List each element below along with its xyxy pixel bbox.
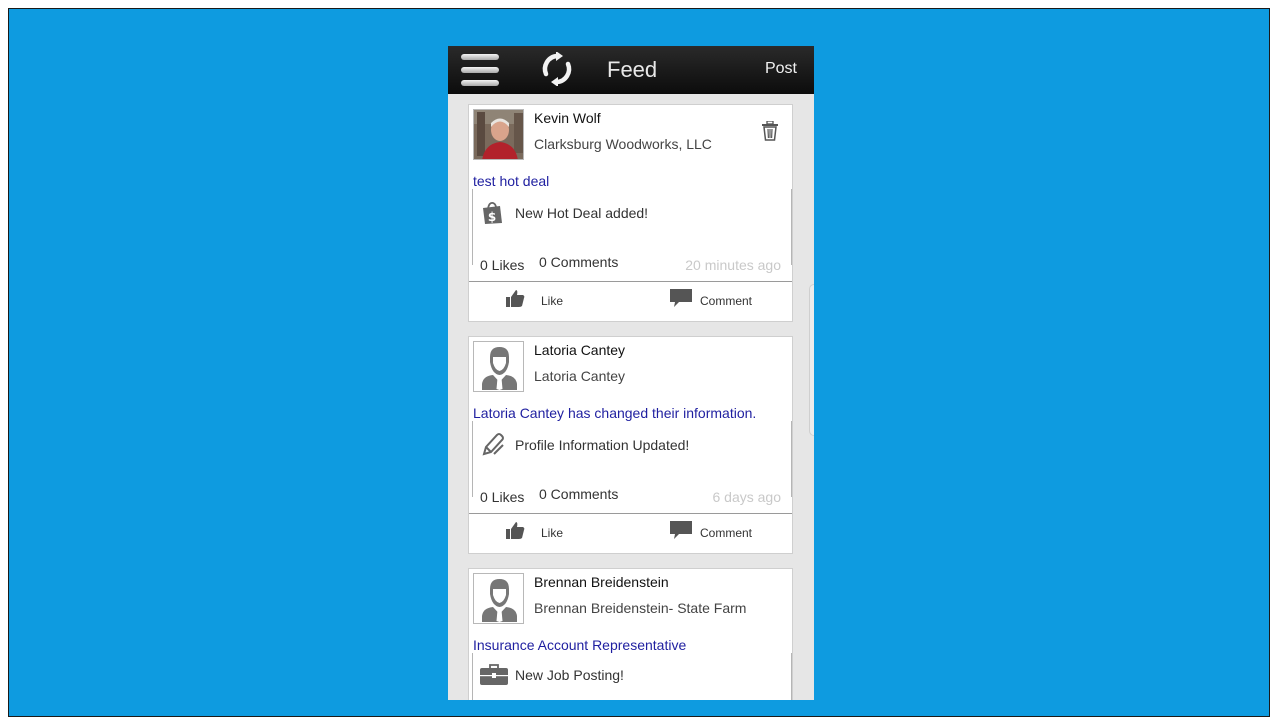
post-button[interactable]: Post (765, 60, 797, 78)
shopping-bag-icon: $ (483, 201, 502, 224)
feed-list[interactable]: Kevin Wolf Clarksburg Woodworks, LLC tes… (448, 94, 814, 700)
feed-card: Brennan Breidenstein Brennan Breidenstei… (468, 568, 793, 700)
trash-icon[interactable] (761, 121, 779, 141)
thumbs-up-icon (506, 522, 525, 539)
post-title-link[interactable]: Latoria Cantey has changed their informa… (473, 405, 756, 421)
content-border (472, 421, 473, 497)
divider (469, 513, 792, 514)
phone-screen: Feed Post Kevin Wolf Clarksburg Woodwork… (448, 46, 814, 700)
like-button[interactable]: Like (505, 288, 585, 314)
comments-count[interactable]: 0 Comments (539, 254, 618, 270)
svg-text:$: $ (488, 210, 496, 224)
like-label: Like (541, 526, 564, 540)
comment-button[interactable]: Comment (669, 288, 779, 314)
comment-icon (670, 289, 692, 307)
likes-count[interactable]: 0 Likes (480, 257, 524, 273)
thumbs-up-icon (506, 290, 525, 307)
like-label: Like (541, 294, 564, 308)
comment-icon (670, 521, 692, 539)
user-company: Brennan Breidenstein- State Farm (534, 600, 747, 616)
like-button[interactable]: Like (505, 520, 585, 546)
avatar[interactable] (473, 573, 524, 624)
slide-background: Feed Post Kevin Wolf Clarksburg Woodwork… (8, 8, 1270, 717)
user-company: Clarksburg Woodworks, LLC (534, 136, 712, 152)
user-company: Latoria Cantey (534, 368, 626, 384)
app-bar: Feed Post (448, 46, 814, 94)
comments-count[interactable]: 0 Comments (539, 486, 618, 502)
comment-label: Comment (700, 294, 753, 308)
user-name[interactable]: Brennan Breidenstein (534, 574, 669, 590)
content-border (472, 189, 473, 265)
comment-label: Comment (700, 526, 753, 540)
timestamp: 20 minutes ago (685, 257, 781, 273)
user-name[interactable]: Latoria Cantey (534, 342, 625, 358)
activity-text: New Hot Deal added! (515, 205, 649, 221)
activity-text: Profile Information Updated! (515, 437, 690, 453)
user-name[interactable]: Kevin Wolf (534, 110, 601, 126)
avatar[interactable] (473, 109, 524, 160)
post-title-link[interactable]: Insurance Account Representative (473, 637, 686, 653)
briefcase-icon (480, 664, 508, 685)
timestamp: 6 days ago (712, 489, 782, 505)
content-border (791, 189, 792, 265)
post-title-link[interactable]: test hot deal (473, 173, 549, 189)
comment-button[interactable]: Comment (669, 520, 779, 546)
divider (469, 281, 792, 282)
activity-text: New Job Posting! (515, 667, 624, 683)
refresh-icon[interactable] (540, 52, 574, 86)
feed-card: Latoria Cantey Latoria Cantey Latoria Ca… (468, 336, 793, 554)
scrollbar[interactable] (809, 284, 814, 436)
page-title: Feed (607, 57, 658, 82)
likes-count[interactable]: 0 Likes (480, 489, 524, 505)
avatar[interactable] (473, 341, 524, 392)
content-border (472, 653, 473, 700)
menu-icon[interactable] (461, 54, 499, 86)
person-placeholder-icon (482, 347, 517, 390)
content-border (791, 421, 792, 497)
person-placeholder-icon (482, 579, 517, 622)
profile-photo (474, 110, 523, 159)
feed-card: Kevin Wolf Clarksburg Woodworks, LLC tes… (468, 104, 793, 322)
pencil-icon (482, 433, 504, 456)
content-border (791, 653, 792, 700)
